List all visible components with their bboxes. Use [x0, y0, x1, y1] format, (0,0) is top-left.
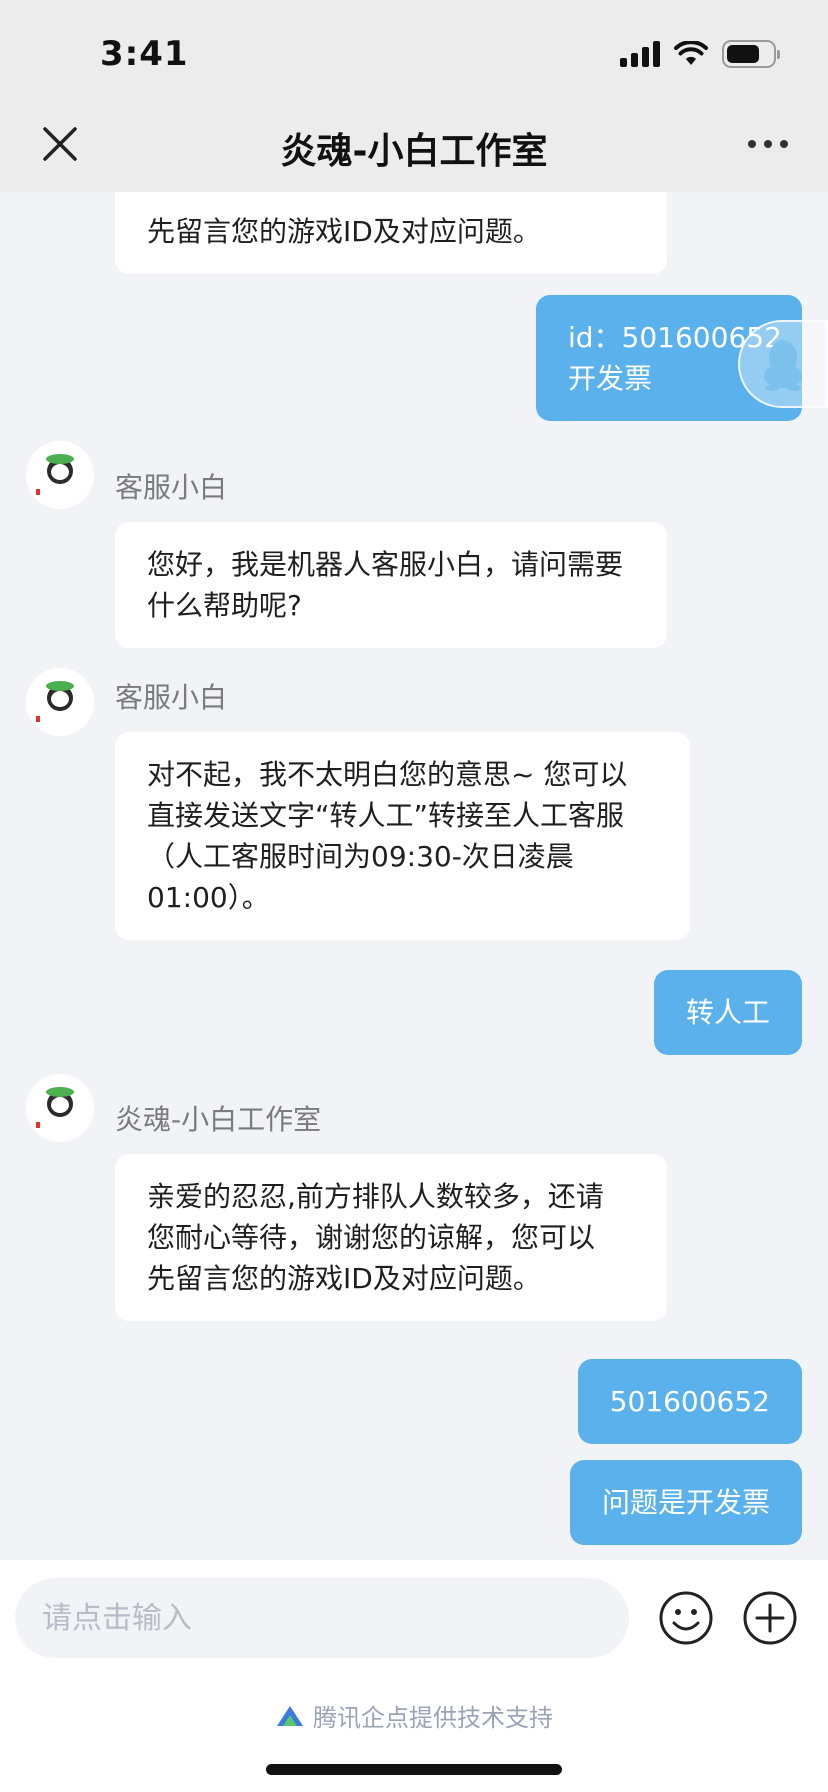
user-message-bubble: 501600652 — [577, 1359, 802, 1444]
message-text: 先留言您的游戏ID及对应问题。 — [147, 1262, 541, 1295]
page-title: 炎魂-小白工作室 — [280, 131, 548, 172]
message-text: 您耐心等待，谢谢您的谅解，您可以 — [147, 1221, 596, 1254]
qq-penguin-icon — [764, 340, 802, 391]
message-text: 01:00）。 — [147, 881, 270, 914]
sender-name: 炎魂-小白工作室 — [115, 1103, 322, 1136]
wifi-icon — [674, 41, 708, 65]
studio-logo-icon — [26, 668, 94, 736]
avatar[interactable] — [26, 668, 94, 736]
top-bar: 3:41 炎魂-小白工作室 — [0, 0, 828, 192]
tencent-qidian-logo-icon — [277, 1705, 303, 1726]
battery-icon — [722, 40, 780, 68]
user-message-bubble: 转人工 — [653, 970, 802, 1055]
emoji-icon[interactable] — [658, 1590, 714, 1646]
message-text: 对不起，我不太明白您的意思~ 您可以 — [147, 758, 628, 791]
input-bar: 腾讯企点提供技术支持 — [0, 1560, 828, 1792]
message-text: （人工客服时间为09:30-次日凌晨 — [147, 840, 574, 873]
message-text: 亲爱的忍忍,前方排队人数较多，还请 — [147, 1180, 604, 1213]
add-icon[interactable] — [742, 1590, 798, 1646]
studio-logo-icon — [26, 441, 94, 509]
sender-name: 客服小白 — [115, 471, 228, 504]
powered-by: 腾讯企点提供技术支持 — [0, 1698, 828, 1733]
message-text: 直接发送文字“转人工”转接至人工客服 — [147, 799, 625, 832]
bot-message-bubble: 您好，我是机器人客服小白，请问需要什么帮助呢? — [115, 522, 667, 648]
chat-area[interactable]: 先留言您的游戏ID及对应问题。 id：501600652 开发票 客服小白 您好… — [0, 192, 828, 1560]
more-options-icon[interactable] — [748, 140, 788, 148]
status-time: 3:41 — [100, 34, 189, 74]
message-bubble-partial: 先留言您的游戏ID及对应问题。 — [115, 192, 667, 274]
message-text: 501600652 — [609, 1385, 770, 1418]
message-text: 问题是开发票 — [601, 1486, 770, 1519]
qq-float-button[interactable] — [738, 320, 828, 408]
message-text: 您好，我是机器人客服小白，请问需要什么帮助呢? — [147, 548, 624, 622]
studio-logo-icon — [26, 1074, 94, 1142]
bot-message-bubble: 对不起，我不太明白您的意思~ 您可以 直接发送文字“转人工”转接至人工客服 （人… — [115, 732, 690, 940]
avatar[interactable] — [26, 1074, 94, 1142]
cellular-signal-icon — [620, 41, 660, 67]
sender-name: 客服小白 — [115, 681, 228, 714]
message-text: 转人工 — [685, 996, 770, 1029]
message-input[interactable] — [15, 1578, 629, 1658]
user-message-bubble: 问题是开发票 — [569, 1460, 802, 1545]
status-icons — [620, 40, 780, 68]
agent-message-bubble: 亲爱的忍忍,前方排队人数较多，还请 您耐心等待，谢谢您的谅解，您可以 先留言您的… — [115, 1154, 667, 1321]
powered-by-text: 腾讯企点提供技术支持 — [313, 1704, 553, 1732]
home-indicator — [266, 1764, 562, 1775]
avatar[interactable] — [26, 441, 94, 509]
